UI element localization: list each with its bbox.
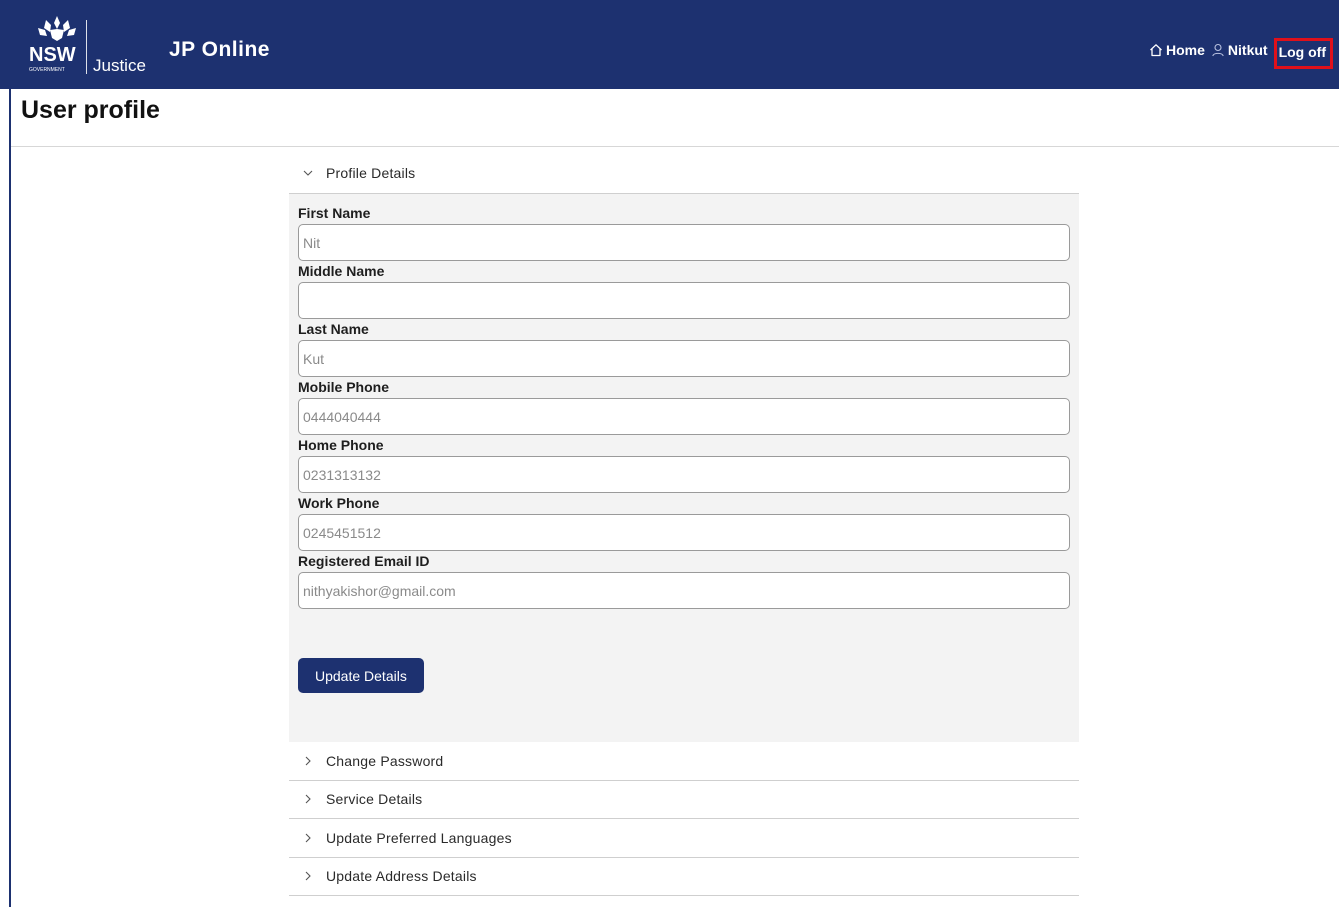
top-navigation-bar: NSW GOVERNMENT Justice JP Online Home Ni… <box>0 0 1339 89</box>
logoff-label: Log off <box>1278 43 1326 60</box>
email-label: Registered Email ID <box>298 553 430 569</box>
nav-home-label: Home <box>1166 42 1205 58</box>
accordion-service-details-header[interactable]: Service Details <box>289 781 1079 819</box>
form-field: Registered Email ID <box>298 552 1070 609</box>
update-details-button[interactable]: Update Details <box>298 658 424 693</box>
page-header: User profile <box>11 89 1339 147</box>
middle-name-input[interactable] <box>298 282 1070 319</box>
page-title: User profile <box>21 96 160 124</box>
form-field: Home Phone <box>298 436 1070 493</box>
user-icon <box>1212 43 1224 57</box>
home-phone-label: Home Phone <box>298 437 384 453</box>
accordion-title: Change Password <box>326 752 444 769</box>
user-nav: Home Nitkut Log off <box>1149 37 1333 69</box>
chevron-right-icon <box>305 833 311 843</box>
page-left-border <box>9 89 11 907</box>
form-field: Mobile Phone <box>298 378 1070 435</box>
last-name-label: Last Name <box>298 321 369 337</box>
form-field: First Name <box>298 204 1070 261</box>
department-name: Justice <box>93 56 146 75</box>
work-phone-label: Work Phone <box>298 495 380 511</box>
middle-name-label: Middle Name <box>298 263 385 279</box>
chevron-right-icon <box>305 756 311 766</box>
nav-user-link[interactable]: Nitkut <box>1211 42 1268 58</box>
form-field: Last Name <box>298 320 1070 377</box>
first-name-label: First Name <box>298 205 371 221</box>
accordion-title: Update Preferred Languages <box>326 829 512 846</box>
form-field: Middle Name <box>298 262 1070 319</box>
accordion-title: Service Details <box>326 791 423 808</box>
accordion-address-details-header[interactable]: Update Address Details <box>289 858 1079 896</box>
home-icon <box>1150 44 1162 57</box>
logoff-link[interactable]: Log off <box>1273 37 1333 69</box>
accordion-title: Profile Details <box>326 165 416 181</box>
first-name-input[interactable] <box>298 224 1070 261</box>
logo-subtext: GOVERNMENT <box>29 67 65 73</box>
email-input[interactable] <box>298 572 1070 609</box>
accordion-title: Update Address Details <box>326 868 477 885</box>
profile-accordion: Profile Details First Name Middle Name L… <box>289 153 1079 896</box>
home-phone-input[interactable] <box>298 456 1070 493</box>
nav-user-label: Nitkut <box>1227 42 1268 58</box>
accordion-profile-details-header[interactable]: Profile Details <box>289 153 1079 194</box>
nav-home-link[interactable]: Home <box>1149 42 1205 58</box>
last-name-input[interactable] <box>298 340 1070 377</box>
mobile-phone-label: Mobile Phone <box>298 379 389 395</box>
form-field: Work Phone <box>298 494 1070 551</box>
work-phone-input[interactable] <box>298 514 1070 551</box>
chevron-right-icon <box>305 871 311 881</box>
profile-details-panel: First Name Middle Name Last Name Mobile … <box>289 194 1079 742</box>
logo-wordmark: NSW <box>29 44 76 66</box>
nsw-waratah-logo[interactable]: NSW GOVERNMENT <box>28 14 86 76</box>
chevron-down-icon <box>303 170 313 176</box>
mobile-phone-input[interactable] <box>298 398 1070 435</box>
accordion-preferred-languages-header[interactable]: Update Preferred Languages <box>289 819 1079 858</box>
app-title[interactable]: JP Online <box>169 38 270 62</box>
logo-divider <box>86 20 87 74</box>
chevron-right-icon <box>305 794 311 804</box>
accordion-change-password-header[interactable]: Change Password <box>289 742 1079 781</box>
